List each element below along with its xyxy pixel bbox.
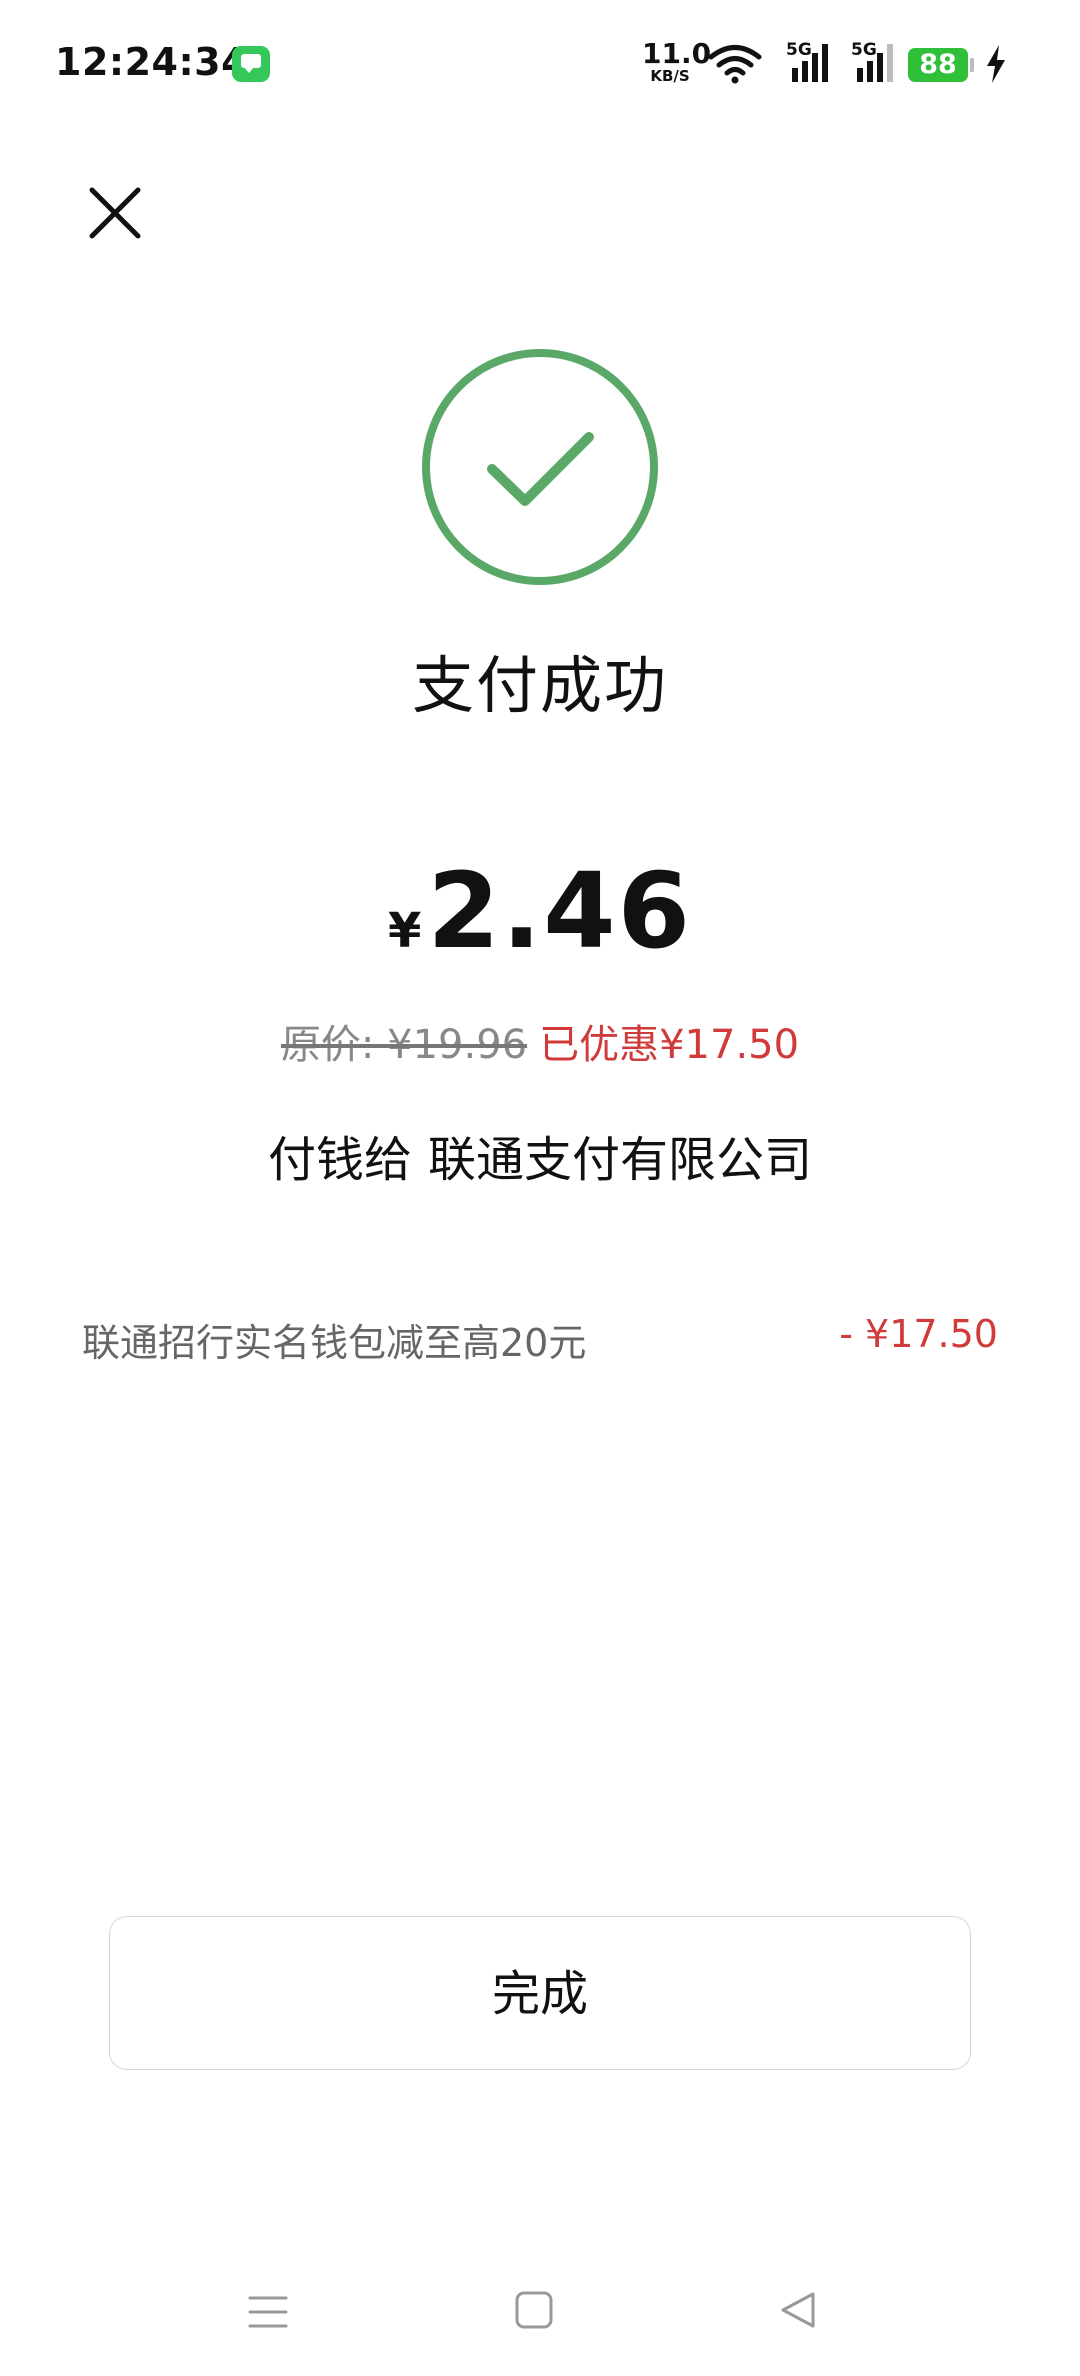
network-speed-unit: KB/S <box>650 67 690 85</box>
price-detail: 原价: ¥19.96 已优惠¥17.50 <box>0 1012 1080 1070</box>
close-button[interactable] <box>80 178 150 248</box>
network-speed: 11.0 KB/S <box>642 37 712 85</box>
discount-amount: 已优惠¥17.50 <box>539 1022 800 1068</box>
status-time: 12:24:34 <box>55 40 249 84</box>
promotion-amount: - ¥17.50 <box>839 1312 998 1356</box>
battery-icon: 88 <box>908 48 968 82</box>
payee-line: 付钱给 联通支付有限公司 <box>0 1120 1080 1190</box>
navigation-bar <box>0 2270 1080 2350</box>
battery-level: 88 <box>919 49 957 80</box>
check-circle-icon <box>422 349 658 585</box>
battery-tip <box>970 58 974 72</box>
back-icon[interactable] <box>778 2290 818 2330</box>
wifi-icon <box>708 45 762 84</box>
promotion-label: 联通招行实名钱包减至高20元 <box>82 1321 587 1365</box>
home-icon[interactable] <box>514 2290 554 2330</box>
currency-symbol: ¥ <box>387 903 422 959</box>
menu-icon[interactable] <box>248 2292 288 2332</box>
amount-value: 2.46 <box>427 850 692 972</box>
original-price: 原价: ¥19.96 <box>280 1022 528 1068</box>
close-icon <box>89 187 141 239</box>
network-speed-value: 11.0 <box>642 37 712 70</box>
payment-status-title: 支付成功 <box>411 649 668 722</box>
paid-amount: ¥2.46 <box>0 850 1080 972</box>
payee-name: 联通支付有限公司 <box>428 1132 813 1188</box>
done-button[interactable]: 完成 <box>109 1916 971 2070</box>
payee-prefix: 付钱给 <box>267 1132 412 1188</box>
charging-icon <box>987 45 1005 83</box>
status-bar: 12:24:34 11.0 KB/S 5G 5G 88 <box>0 0 1080 130</box>
promotion-row: 联通招行实名钱包减至高20元 - ¥17.50 <box>82 1312 998 1372</box>
message-app-icon <box>232 46 270 82</box>
